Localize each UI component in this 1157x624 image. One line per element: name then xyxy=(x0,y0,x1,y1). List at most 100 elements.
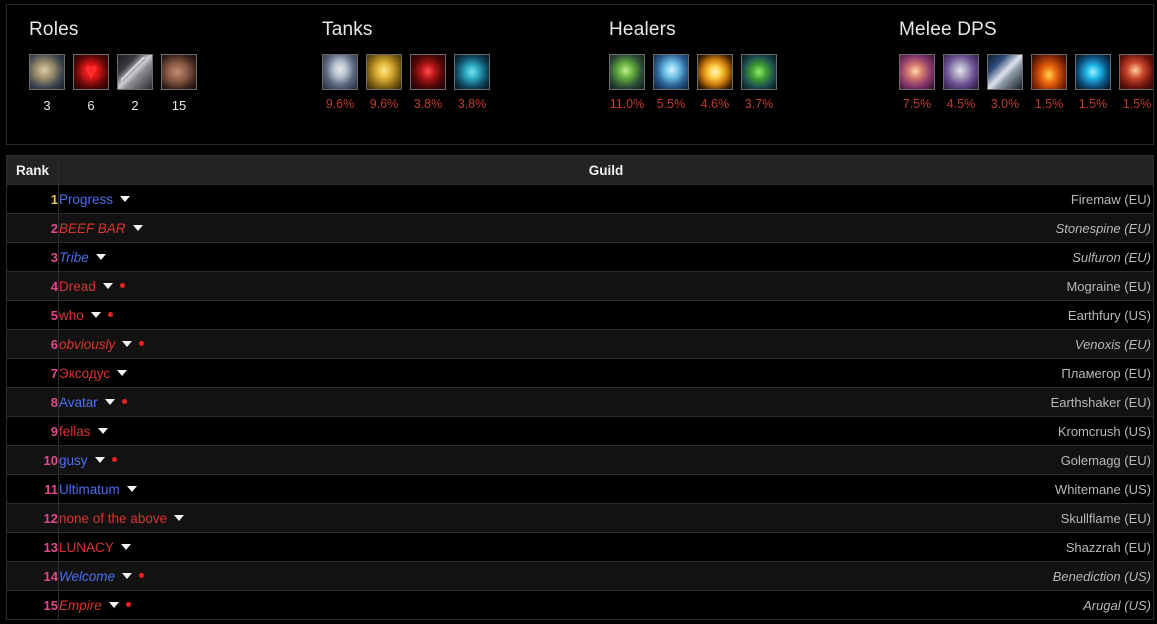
guild-row-content: Welcome Benediction (US) xyxy=(59,569,1153,584)
guild-name-link[interactable]: Welcome xyxy=(59,569,115,584)
warrior-shield-icon[interactable] xyxy=(29,54,65,90)
spec-icon-row: 3 6 2 15 xyxy=(29,54,302,113)
chevron-down-icon[interactable] xyxy=(117,370,128,376)
column-header-rank[interactable]: Rank xyxy=(6,155,59,185)
guild-name-link[interactable]: gusy xyxy=(59,453,88,468)
guild-cell: Welcome Benediction (US) xyxy=(58,561,1154,591)
guild-name-link[interactable]: LUNACY xyxy=(59,540,114,555)
chevron-down-icon[interactable] xyxy=(122,573,133,579)
feral-bear-paw-icon[interactable] xyxy=(454,54,490,90)
realm-label: Shazzrah (EU) xyxy=(1065,539,1151,555)
guild-name-link[interactable]: BEEF BAR xyxy=(59,221,126,236)
spec-cell: 6 xyxy=(73,54,109,113)
guild-cell: who Earthfury (US) xyxy=(58,300,1154,330)
guild-name-link[interactable]: Avatar xyxy=(59,395,98,410)
icon-art xyxy=(455,55,489,89)
axe-blue-icon[interactable] xyxy=(987,54,1023,90)
icon-art xyxy=(411,55,445,89)
spec-percent: 11.0% xyxy=(609,97,645,111)
realm-label: Earthfury (US) xyxy=(1067,307,1151,323)
holy-priest-icon[interactable] xyxy=(653,54,689,90)
rank-cell: 6 xyxy=(6,329,59,359)
chevron-down-icon[interactable] xyxy=(120,196,131,202)
guild-name-link[interactable]: Dread xyxy=(59,279,96,294)
shaman-lightning-icon[interactable] xyxy=(1075,54,1111,90)
realm-label: Arugal (US) xyxy=(1083,597,1151,613)
table-row[interactable]: 15 Empire Arugal (US) xyxy=(6,590,1154,620)
guild-row-content: who Earthfury (US) xyxy=(59,308,1153,323)
chevron-down-icon[interactable] xyxy=(90,312,101,318)
chevron-down-icon[interactable] xyxy=(132,225,143,231)
icon-art xyxy=(654,55,688,89)
composition-groups: Roles 3 6 2 15 Tanks 9.6% 9.6% 3.8% 3.8% Healers 11… xyxy=(7,5,1153,144)
chevron-down-icon[interactable] xyxy=(97,428,108,434)
table-row[interactable]: 1 Progress Firemaw (EU) xyxy=(6,184,1154,214)
guild-name-link[interactable]: none of the above xyxy=(59,511,167,526)
icon-art xyxy=(74,55,108,89)
guild-name-link[interactable]: fellas xyxy=(59,424,91,439)
guild-name-link[interactable]: Tribe xyxy=(59,250,89,265)
guild-name-link[interactable]: Progress xyxy=(59,192,113,207)
status-dot-icon xyxy=(111,456,117,462)
chevron-down-icon[interactable] xyxy=(104,399,115,405)
realm-label: Venoxis (EU) xyxy=(1074,336,1151,352)
rogue-dagger-icon[interactable] xyxy=(899,54,935,90)
table-row[interactable]: 11 Ultimatum Whitemane (US) xyxy=(6,474,1154,504)
table-row[interactable]: 6 obviously Venoxis (EU) xyxy=(6,329,1154,359)
chevron-down-icon[interactable] xyxy=(122,341,133,347)
spec-count: 6 xyxy=(87,98,95,113)
guild-name-link[interactable]: obviously xyxy=(59,337,115,352)
holy-flash-icon[interactable] xyxy=(697,54,733,90)
melee-sword-icon[interactable] xyxy=(117,54,153,90)
restoration-hand-icon[interactable] xyxy=(609,54,645,90)
composition-group-melee-dps: Melee DPS 7.5% 4.5% 3.0% 1.5% 1.5% 1.5% xyxy=(889,19,1153,144)
table-row[interactable]: 10 gusy Golemagg (EU) xyxy=(6,445,1154,475)
table-row[interactable]: 5 who Earthfury (US) xyxy=(6,300,1154,330)
guild-name-link[interactable]: Ultimatum xyxy=(59,482,120,497)
table-row[interactable]: 12 none of the above Skullflame (EU) xyxy=(6,503,1154,533)
spec-percent: 3.8% xyxy=(457,97,487,111)
demon-eyes-icon[interactable] xyxy=(410,54,446,90)
group-title: Roles xyxy=(29,19,79,40)
guild-name-link[interactable]: who xyxy=(59,308,84,323)
fury-flame-icon[interactable] xyxy=(1031,54,1067,90)
table-row[interactable]: 2 BEEF BAR Stonespine (EU) xyxy=(6,213,1154,243)
realm-label: Benediction (US) xyxy=(1052,568,1151,584)
status-dot-icon xyxy=(139,340,145,346)
chevron-down-icon[interactable] xyxy=(120,544,131,550)
chevron-down-icon[interactable] xyxy=(95,254,106,260)
chevron-down-icon[interactable] xyxy=(108,602,119,608)
ranged-bow-icon[interactable] xyxy=(161,54,197,90)
guild-row-content: Progress Firemaw (EU) xyxy=(59,192,1153,207)
restoration-leaf-icon[interactable] xyxy=(741,54,777,90)
red-claw-icon[interactable] xyxy=(1119,54,1153,90)
spec-cell: 11.0% xyxy=(609,54,645,111)
column-header-guild[interactable]: Guild xyxy=(58,155,1154,185)
guild-name-link[interactable]: Эксодус xyxy=(59,366,110,381)
table-row[interactable]: 3 Tribe Sulfuron (EU) xyxy=(6,242,1154,272)
table-row[interactable]: 13 LUNACY Shazzrah (EU) xyxy=(6,532,1154,562)
table-row[interactable]: 7 Эксодус Пламегор (EU) xyxy=(6,358,1154,388)
chevron-down-icon[interactable] xyxy=(102,283,113,289)
table-row[interactable]: 14 Welcome Benediction (US) xyxy=(6,561,1154,591)
guild-cell: LUNACY Shazzrah (EU) xyxy=(58,532,1154,562)
table-row[interactable]: 4 Dread Mograine (EU) xyxy=(6,271,1154,301)
realm-label: Mograine (EU) xyxy=(1066,278,1151,294)
warrior-mace-icon[interactable] xyxy=(943,54,979,90)
guild-name-link[interactable]: Empire xyxy=(59,598,102,613)
chevron-down-icon[interactable] xyxy=(126,486,137,492)
protection-warrior-icon[interactable] xyxy=(322,54,358,90)
spec-percent: 3.8% xyxy=(413,97,443,111)
guild-cell: Ultimatum Whitemane (US) xyxy=(58,474,1154,504)
rank-cell: 9 xyxy=(6,416,59,446)
table-row[interactable]: 9 fellas Kromcrush (US) xyxy=(6,416,1154,446)
chevron-down-icon[interactable] xyxy=(174,515,185,521)
chevron-down-icon[interactable] xyxy=(94,457,105,463)
protection-paladin-icon[interactable] xyxy=(366,54,402,90)
table-row[interactable]: 8 Avatar Earthshaker (EU) xyxy=(6,387,1154,417)
composition-group-roles: Roles 3 6 2 15 xyxy=(7,19,302,144)
spec-cell: 2 xyxy=(117,54,153,113)
spec-cell: 3.8% xyxy=(454,54,490,111)
guild-cell: Progress Firemaw (EU) xyxy=(58,184,1154,214)
healer-heart-icon[interactable] xyxy=(73,54,109,90)
